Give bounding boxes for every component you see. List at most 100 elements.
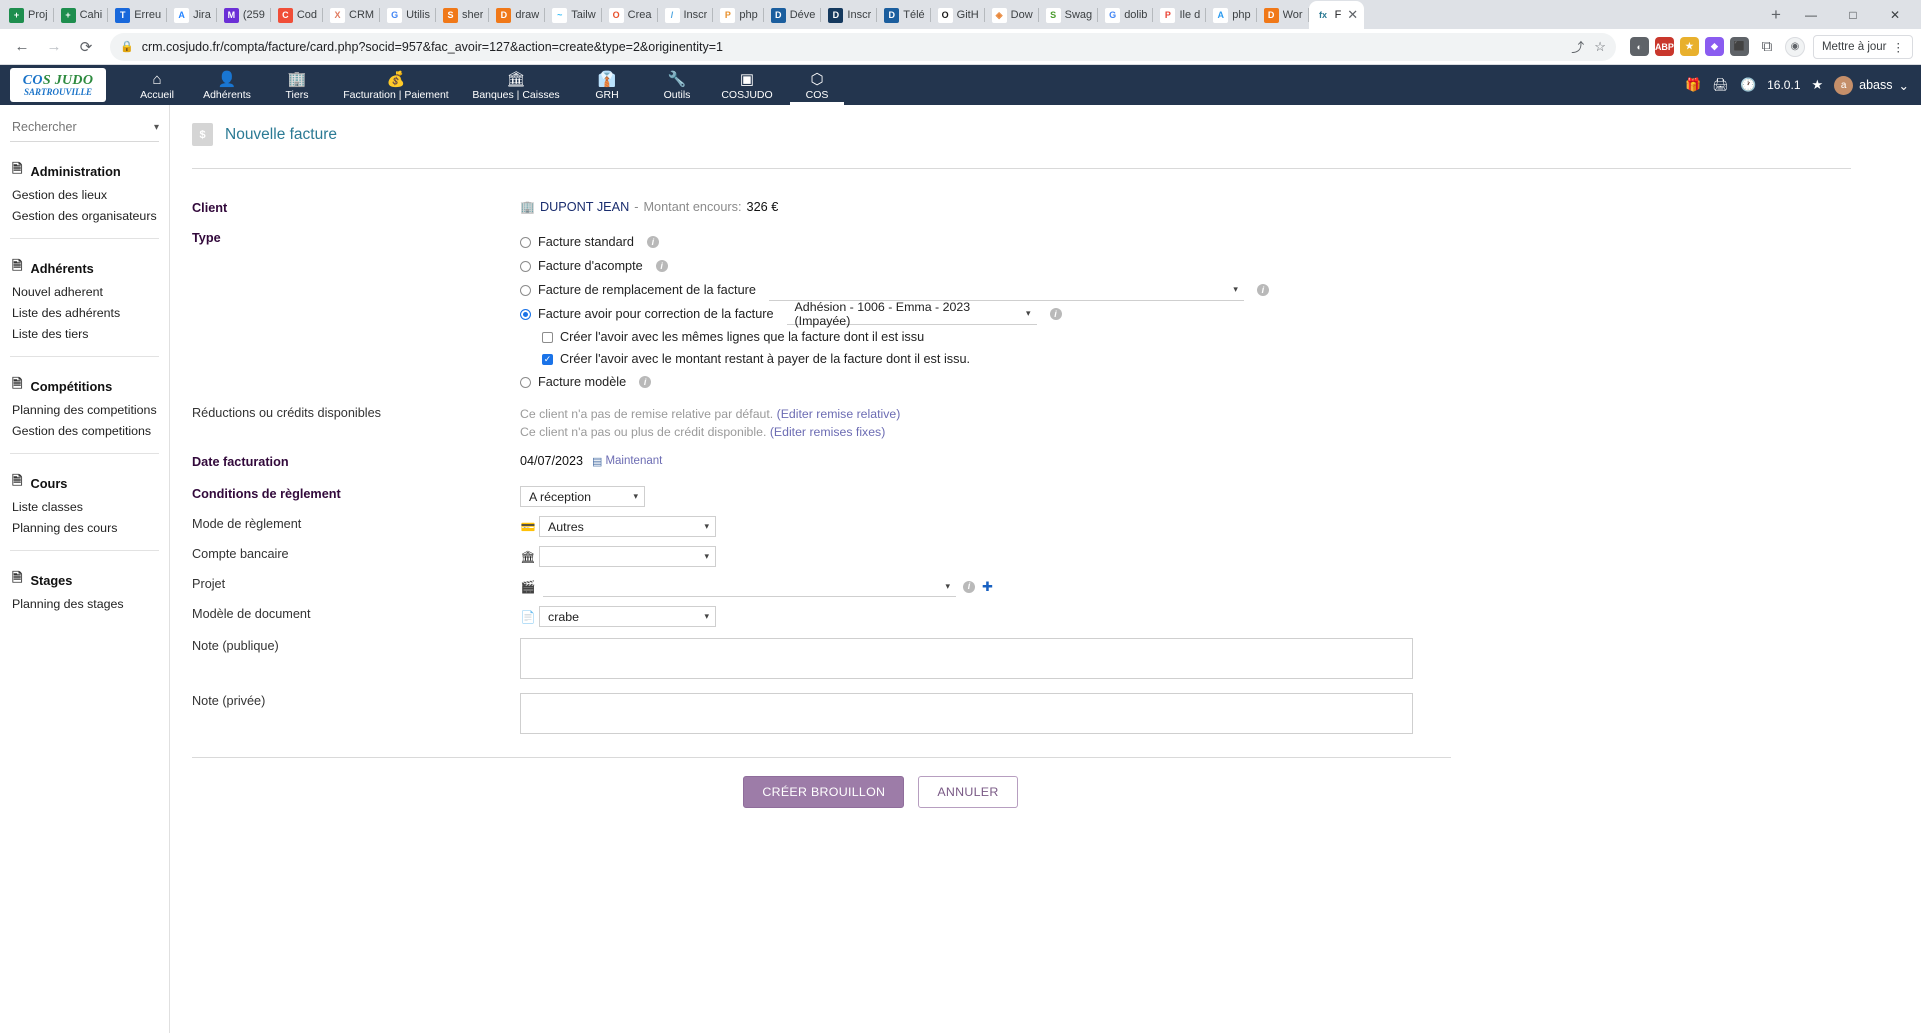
sidebar-search[interactable]: ▾ [10, 119, 159, 142]
extension-icon[interactable]: ◐ [1629, 37, 1649, 56]
extension-icon[interactable]: ⬛ [1729, 37, 1749, 56]
info-icon[interactable]: i [655, 260, 668, 272]
window-minimize-button[interactable]: — [1791, 1, 1831, 29]
bookmark-star-icon[interactable]: ☆ [1594, 39, 1606, 55]
invoice-reference-select[interactable]: Adhésion - 1006 - Emma - 2023 (Impayée) ▾ [786, 300, 1037, 328]
radio-icon[interactable] [520, 284, 531, 296]
clock-icon[interactable]: 🕐 [1740, 77, 1756, 93]
checkbox-icon[interactable] [542, 331, 553, 343]
address-bar[interactable]: 🔒 crm.cosjudo.fr/compta/facture/card.php… [110, 32, 1616, 61]
profile-avatar[interactable]: ◉ [1784, 36, 1805, 57]
add-project-icon[interactable]: ✚ [982, 579, 993, 595]
navbar-item-banques-caisses[interactable]: 🏛 Banques | Caisses [460, 65, 572, 105]
doc-model-select[interactable]: crabe ▾ [539, 606, 716, 627]
project-info-icon[interactable]: i [963, 580, 975, 593]
chevron-down-icon[interactable]: ▾ [154, 122, 159, 133]
navbar-item-tiers[interactable]: 🏢 Tiers [262, 65, 332, 105]
info-icon[interactable]: i [639, 376, 652, 388]
edit-fixed-discount-link[interactable]: (Editer remises fixes) [770, 425, 885, 439]
browser-tab[interactable]: D Télé [877, 1, 931, 29]
credit-note-checkbox-row[interactable]: Créer l'avoir avec les mêmes lignes que … [520, 326, 1921, 348]
radio-icon[interactable] [520, 260, 531, 272]
browser-menu-icon[interactable]: ⋮ [1893, 40, 1905, 54]
sidebar-item-liste-des-adh-rents[interactable]: Liste des adhérents [0, 302, 169, 323]
client-name[interactable]: DUPONT JEAN [540, 200, 629, 214]
share-icon[interactable]: ⤴ [1571, 37, 1584, 56]
checkbox-icon[interactable]: ✓ [542, 353, 553, 365]
navbar-item-outils[interactable]: 🔧 Outils [642, 65, 712, 105]
edit-relative-discount-link[interactable]: (Editer remise relative) [777, 407, 901, 421]
printer-icon[interactable]: 🖨 [1712, 77, 1729, 93]
note-public-textarea[interactable] [520, 638, 1413, 679]
info-icon[interactable]: i [1256, 284, 1269, 296]
window-close-button[interactable]: ✕ [1875, 1, 1915, 29]
invoice-type-radio-row[interactable]: Facture standard i [520, 230, 1921, 254]
browser-tab[interactable]: + Proj [2, 1, 54, 29]
project-select[interactable]: ▾ [543, 576, 956, 597]
note-private-textarea[interactable] [520, 693, 1413, 734]
favorite-star-icon[interactable]: ★ [1812, 77, 1824, 93]
browser-tab[interactable]: + Cahi [54, 1, 109, 29]
sidebar-item-planning-des-cours[interactable]: Planning des cours [0, 517, 169, 538]
set-now-link[interactable]: ▤ Maintenant [592, 455, 662, 468]
gift-icon[interactable]: 🎁 [1685, 77, 1701, 93]
browser-tab[interactable]: S Swag [1039, 1, 1099, 29]
payment-terms-select[interactable]: A réception ▾ [520, 486, 645, 507]
extension-icon[interactable]: ◆ [1704, 37, 1724, 56]
browser-tab-active[interactable]: fx F ✕ [1308, 1, 1365, 29]
forward-icon[interactable]: → [40, 33, 68, 61]
browser-tab[interactable]: ~ Tailw [545, 1, 602, 29]
sidebar-item-planning-des-stages[interactable]: Planning des stages [0, 593, 169, 614]
update-button[interactable]: Mettre à jour ⋮ [1812, 34, 1913, 59]
new-tab-button[interactable]: + [1763, 2, 1789, 28]
sidebar-item-gestion-des-lieux[interactable]: Gestion des lieux [0, 184, 169, 205]
navbar-item-facturation-paiement[interactable]: 💰 Facturation | Paiement [332, 65, 460, 105]
sidebar-item-liste-des-tiers[interactable]: Liste des tiers [0, 323, 169, 344]
extensions-puzzle-icon[interactable]: ⧉ [1753, 33, 1781, 61]
browser-tab[interactable]: Pphp [713, 1, 764, 29]
navbar-item-grh[interactable]: 👔 GRH [572, 65, 642, 105]
sidebar-item-liste-classes[interactable]: Liste classes [0, 496, 169, 517]
reload-icon[interactable]: ⟳ [72, 33, 100, 61]
cancel-button[interactable]: Annuler [918, 776, 1018, 808]
back-icon[interactable]: ← [8, 33, 36, 61]
radio-icon[interactable] [520, 308, 531, 320]
browser-tab[interactable]: G Utilis [380, 1, 436, 29]
sidebar-item-planning-des-competitions[interactable]: Planning des competitions [0, 399, 169, 420]
browser-tab[interactable]: Aphp [1206, 1, 1257, 29]
app-logo[interactable]: COS JUDO SARTROUVILLE [10, 68, 106, 102]
info-icon[interactable]: i [646, 236, 659, 248]
sidebar-item-gestion-des-competitions[interactable]: Gestion des competitions [0, 420, 169, 441]
browser-tab[interactable]: / Inscr [658, 1, 714, 29]
navbar-item-cosjudo[interactable]: ▣ COSJUDO [712, 65, 782, 105]
browser-tab[interactable]: ◈ Dow [985, 1, 1039, 29]
invoice-date-input[interactable]: 04/07/2023 [520, 454, 583, 468]
invoice-type-radio-row[interactable]: Facture de remplacement de la facture ▾ i [520, 278, 1921, 302]
browser-tab[interactable]: Gdolib [1098, 1, 1154, 29]
extension-icon[interactable]: ★ [1679, 37, 1699, 56]
navbar-item-adh-rents[interactable]: 👤 Adhérents [192, 65, 262, 105]
radio-icon[interactable] [520, 236, 531, 248]
navbar-item-accueil[interactable]: ⌂ Accueil [122, 65, 192, 105]
user-menu[interactable]: a abass ⌄ [1834, 75, 1909, 95]
browser-tab[interactable]: O Crea [602, 1, 658, 29]
credit-note-checkbox-row[interactable]: ✓ Créer l'avoir avec le montant restant à… [520, 348, 1921, 370]
browser-tab[interactable]: M (259 [217, 1, 271, 29]
close-icon[interactable]: ✕ [1347, 7, 1358, 23]
browser-tab[interactable]: A Jira [167, 1, 217, 29]
invoice-type-radio-row[interactable]: Facture modèle i [520, 370, 1921, 394]
browser-tab[interactable]: D Inscr [821, 1, 878, 29]
search-input[interactable] [10, 119, 130, 135]
create-draft-button[interactable]: Créer brouillon [743, 776, 905, 808]
sidebar-item-nouvel-adherent[interactable]: Nouvel adherent [0, 281, 169, 302]
bank-account-select[interactable]: ▾ [539, 546, 716, 567]
extension-icon[interactable]: ABP [1654, 37, 1674, 56]
browser-tab[interactable]: X CRM [323, 1, 381, 29]
info-icon[interactable]: i [1049, 308, 1062, 320]
browser-tab[interactable]: D Déve [764, 1, 822, 29]
browser-tab[interactable]: Ddraw [489, 1, 546, 29]
invoice-type-radio-row[interactable]: Facture avoir pour correction de la fact… [520, 300, 1921, 328]
payment-mode-select[interactable]: Autres ▾ [539, 516, 716, 537]
browser-tab[interactable]: C Cod [271, 1, 324, 29]
invoice-reference-select[interactable]: ▾ [768, 279, 1244, 301]
